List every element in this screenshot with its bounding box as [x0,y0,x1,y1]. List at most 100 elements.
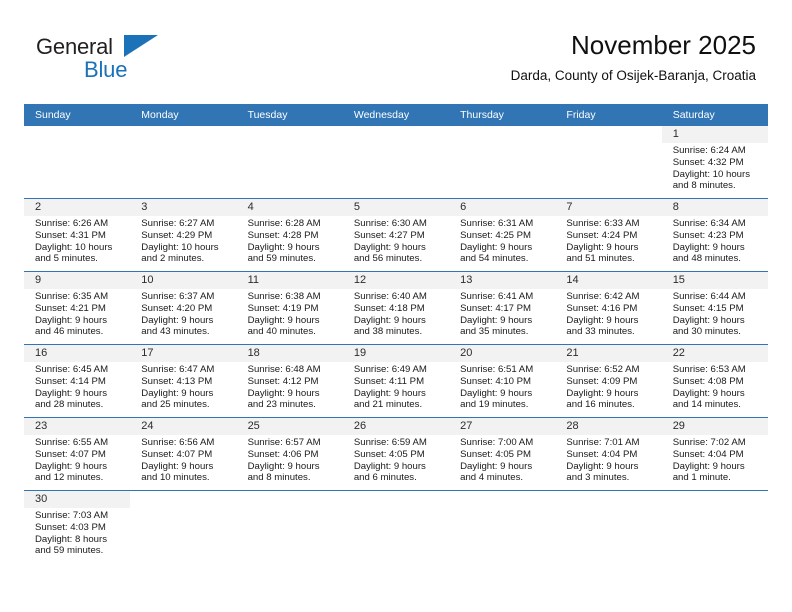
daylight-duration-line2: and 2 minutes. [141,253,205,265]
calendar-day-cell[interactable]: 10 Sunrise: 6:37 AM Sunset: 4:20 PM Dayligh… [130,271,237,345]
day-details: Sunrise: 6:40 AM Sunset: 4:18 PM Daylight:… [343,289,449,338]
calendar-day-cell[interactable]: 23 Sunrise: 6:55 AM Sunset: 4:07 PM Dayligh… [24,417,131,491]
calendar-day-cell[interactable]: 13 Sunrise: 6:41 AM Sunset: 4:17 PM Dayligh… [449,271,556,345]
calendar-page: General Blue November 2025 Darda, County… [0,0,792,612]
day-cell-content [130,491,237,563]
day-number: 13 [449,272,556,289]
day-cell-content: 2 Sunrise: 6:26 AM Sunset: 4:31 PM Daylight… [24,199,131,271]
day-details: Sunrise: 6:42 AM Sunset: 4:16 PM Daylight:… [555,289,661,338]
sunrise-time: Sunrise: 6:37 AM [141,291,215,302]
day-cell-content: 6 Sunrise: 6:31 AM Sunset: 4:25 PM Daylight… [449,199,556,271]
brand-name-blue: Blue [84,57,128,82]
day-cell-content: 30 Sunrise: 7:03 AM Sunset: 4:03 PM Dayligh… [24,491,131,563]
calendar-day-cell[interactable]: 28 Sunrise: 7:01 AM Sunset: 4:04 PM Dayligh… [555,417,662,491]
day-number: 27 [449,418,556,435]
sunset-time: Sunset: 4:29 PM [141,229,213,241]
daylight-duration-line1: Daylight: 9 hours [460,241,533,253]
day-number: 22 [661,345,768,362]
calendar-day-cell[interactable]: 7 Sunrise: 6:33 AM Sunset: 4:24 PM Daylight… [555,198,662,272]
calendar-day-cell[interactable]: 6 Sunrise: 6:31 AM Sunset: 4:25 PM Daylight… [449,198,556,272]
weekday-header-sunday: Sunday [24,104,131,126]
sunrise-time: Sunrise: 7:00 AM [460,437,534,448]
daylight-duration-line1: Daylight: 9 hours [672,387,745,399]
calendar-day-cell [342,490,450,563]
calendar-day-cell[interactable]: 30 Sunrise: 7:03 AM Sunset: 4:03 PM Dayligh… [24,490,131,563]
calendar-week-row: 1 Sunrise: 6:24 AM Sunset: 4:32 PM Daylight… [24,126,768,199]
day-number: 4 [236,199,343,216]
day-cell-content: 19 Sunrise: 6:49 AM Sunset: 4:11 PM Dayligh… [342,345,450,417]
daylight-duration-line1: Daylight: 9 hours [672,314,745,326]
day-cell-content [661,491,768,563]
daylight-duration-line2: and 51 minutes. [566,253,635,265]
calendar-day-cell[interactable]: 11 Sunrise: 6:38 AM Sunset: 4:19 PM Dayligh… [236,271,343,345]
daylight-duration-line2: and 10 minutes. [141,472,210,484]
daylight-duration-line2: and 59 minutes. [247,253,316,265]
day-cell-content [342,126,450,198]
daylight-duration-line2: and 40 minutes. [247,326,316,338]
calendar-day-cell[interactable]: 14 Sunrise: 6:42 AM Sunset: 4:16 PM Dayligh… [555,271,662,345]
daylight-duration-line1: Daylight: 9 hours [247,387,320,399]
calendar-day-cell[interactable]: 5 Sunrise: 6:30 AM Sunset: 4:27 PM Daylight… [342,198,450,272]
weekday-header-wednesday: Wednesday [342,104,450,126]
day-number [449,126,556,143]
sunset-time: Sunset: 4:05 PM [353,448,425,460]
calendar-day-cell[interactable]: 9 Sunrise: 6:35 AM Sunset: 4:21 PM Daylight… [24,271,131,345]
day-number [24,126,131,143]
calendar-day-cell[interactable]: 3 Sunrise: 6:27 AM Sunset: 4:29 PM Daylight… [130,198,237,272]
sunrise-time: Sunrise: 6:52 AM [566,364,640,375]
brand-logo[interactable]: General Blue [36,34,216,90]
daylight-duration-line1: Daylight: 9 hours [672,460,745,472]
calendar-day-cell [236,490,343,563]
day-cell-content: 11 Sunrise: 6:38 AM Sunset: 4:19 PM Dayligh… [236,272,343,344]
calendar-day-cell[interactable]: 24 Sunrise: 6:56 AM Sunset: 4:07 PM Dayligh… [130,417,237,491]
sunrise-time: Sunrise: 6:27 AM [141,218,215,229]
day-number: 9 [24,272,131,289]
weekday-header-row: Sunday Monday Tuesday Wednesday Thursday… [24,104,768,126]
calendar-day-cell[interactable]: 12 Sunrise: 6:40 AM Sunset: 4:18 PM Dayligh… [342,271,450,345]
daylight-duration-line1: Daylight: 9 hours [141,314,214,326]
daylight-duration-line1: Daylight: 9 hours [566,387,639,399]
daylight-duration-line2: and 8 minutes. [247,472,311,484]
calendar-week-row: 2 Sunrise: 6:26 AM Sunset: 4:31 PM Daylight… [24,198,768,272]
day-details: Sunrise: 6:45 AM Sunset: 4:14 PM Daylight:… [24,362,130,411]
calendar-day-cell[interactable]: 27 Sunrise: 7:00 AM Sunset: 4:05 PM Dayligh… [449,417,556,491]
calendar-day-cell[interactable]: 8 Sunrise: 6:34 AM Sunset: 4:23 PM Daylight… [661,198,768,272]
calendar-day-cell[interactable]: 29 Sunrise: 7:02 AM Sunset: 4:04 PM Dayligh… [661,417,768,491]
calendar-day-cell[interactable]: 2 Sunrise: 6:26 AM Sunset: 4:31 PM Daylight… [24,198,131,272]
calendar-day-cell[interactable]: 21 Sunrise: 6:52 AM Sunset: 4:09 PM Dayligh… [555,344,662,418]
sunrise-sunset-calendar: Sunday Monday Tuesday Wednesday Thursday… [24,104,768,563]
calendar-day-cell[interactable]: 17 Sunrise: 6:47 AM Sunset: 4:13 PM Dayligh… [130,344,237,418]
calendar-day-cell [555,126,662,199]
calendar-day-cell[interactable]: 1 Sunrise: 6:24 AM Sunset: 4:32 PM Daylight… [661,126,768,199]
daylight-duration-line2: and 4 minutes. [460,472,524,484]
calendar-day-cell[interactable]: 20 Sunrise: 6:51 AM Sunset: 4:10 PM Dayligh… [449,344,556,418]
calendar-day-cell[interactable]: 25 Sunrise: 6:57 AM Sunset: 4:06 PM Dayligh… [236,417,343,491]
calendar-day-cell[interactable]: 22 Sunrise: 6:53 AM Sunset: 4:08 PM Dayligh… [661,344,768,418]
sunrise-time: Sunrise: 6:31 AM [460,218,534,229]
day-cell-content: 29 Sunrise: 7:02 AM Sunset: 4:04 PM Dayligh… [661,418,768,490]
day-number: 5 [342,199,450,216]
calendar-day-cell[interactable]: 18 Sunrise: 6:48 AM Sunset: 4:12 PM Dayligh… [236,344,343,418]
day-cell-content: 10 Sunrise: 6:37 AM Sunset: 4:20 PM Dayligh… [130,272,237,344]
sunrise-time: Sunrise: 6:28 AM [247,218,321,229]
daylight-duration-line1: Daylight: 9 hours [247,460,320,472]
day-details: Sunrise: 6:44 AM Sunset: 4:15 PM Daylight:… [662,289,768,338]
daylight-duration-line2: and 21 minutes. [353,399,423,411]
calendar-day-cell[interactable]: 16 Sunrise: 6:45 AM Sunset: 4:14 PM Dayligh… [24,344,131,418]
day-details: Sunrise: 6:49 AM Sunset: 4:11 PM Daylight:… [343,362,449,411]
triangle-flag-icon [124,35,158,57]
calendar-day-cell[interactable]: 19 Sunrise: 6:49 AM Sunset: 4:11 PM Dayligh… [342,344,450,418]
sunrise-time: Sunrise: 6:24 AM [672,145,746,156]
calendar-day-cell[interactable]: 4 Sunrise: 6:28 AM Sunset: 4:28 PM Daylight… [236,198,343,272]
day-cell-content [130,126,237,198]
daylight-duration-line1: Daylight: 9 hours [460,460,533,472]
daylight-duration-line1: Daylight: 9 hours [247,314,320,326]
calendar-day-cell[interactable]: 15 Sunrise: 6:44 AM Sunset: 4:15 PM Dayligh… [661,271,768,345]
sunrise-time: Sunrise: 6:49 AM [353,364,427,375]
calendar-day-cell[interactable]: 26 Sunrise: 6:59 AM Sunset: 4:05 PM Dayligh… [342,417,450,491]
day-details: Sunrise: 7:00 AM Sunset: 4:05 PM Daylight:… [449,435,555,484]
sunrise-time: Sunrise: 6:38 AM [247,291,321,302]
day-cell-content: 18 Sunrise: 6:48 AM Sunset: 4:12 PM Dayligh… [236,345,343,417]
day-number: 1 [661,126,768,143]
sunset-time: Sunset: 4:08 PM [672,375,744,387]
